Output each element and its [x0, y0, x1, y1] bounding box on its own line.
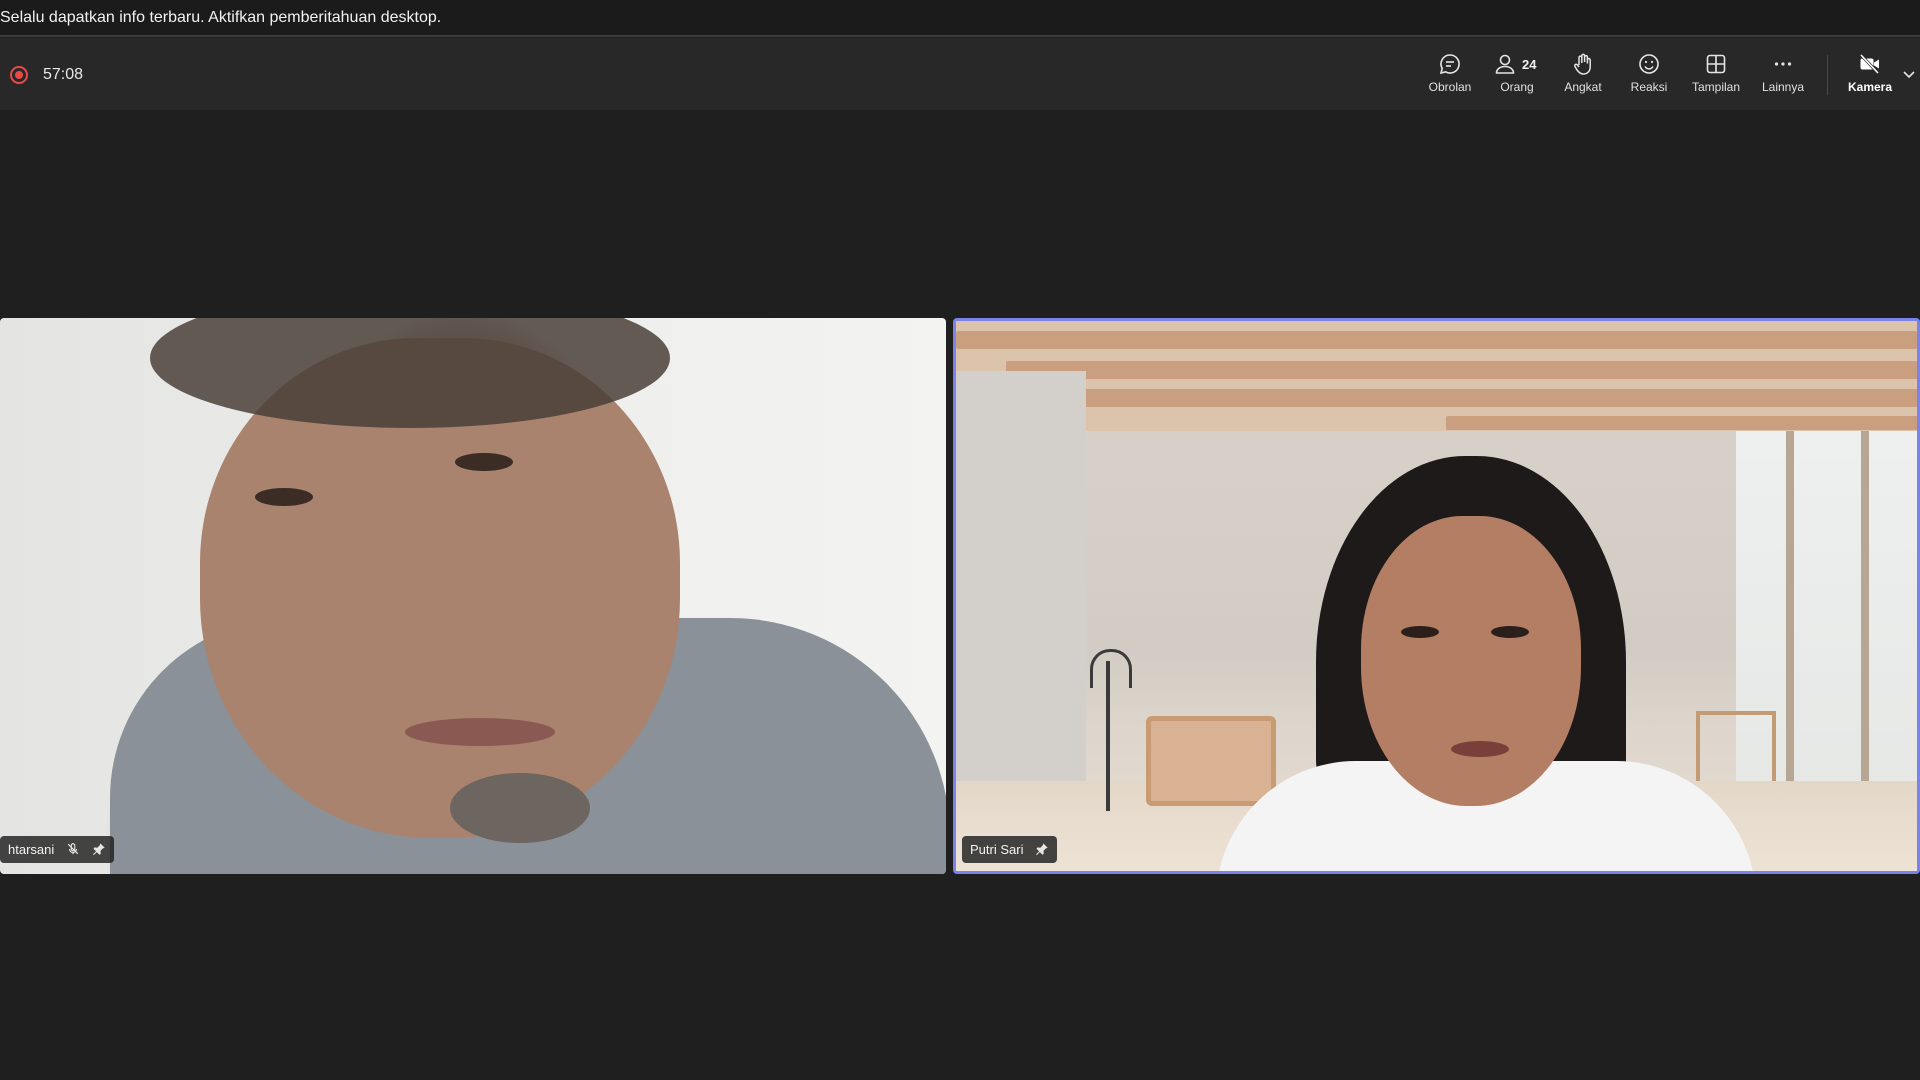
more-icon — [1774, 62, 1792, 66]
recording-timer: 57:08 — [43, 66, 84, 83]
view-button-label: Tampilan — [1691, 80, 1741, 94]
smiley-icon — [1639, 54, 1659, 74]
more-button-label: Lainnya — [1761, 80, 1805, 94]
participant-name: Putri Sari — [970, 842, 1024, 857]
layout-grid-icon — [1706, 54, 1726, 74]
raise-hand-icon — [1574, 53, 1591, 75]
chat-icon — [1439, 54, 1460, 75]
people-button-label: Orang — [1500, 80, 1534, 94]
raise-hand-button[interactable]: Angkat — [1550, 48, 1616, 104]
view-button[interactable]: Tampilan — [1683, 48, 1749, 104]
chat-button-label: Obrolan — [1428, 80, 1472, 94]
people-button[interactable]: 24 Orang — [1484, 48, 1550, 104]
camera-off-icon — [1859, 53, 1880, 75]
chat-button[interactable]: Obrolan — [1417, 48, 1483, 104]
recording-indicator-icon — [10, 66, 28, 84]
video-stage: htarsani Putri Sari — [0, 110, 1920, 1080]
camera-options-chevron-icon[interactable] — [1902, 69, 1916, 81]
notification-banner: Selalu dapatkan info terbaru. Aktifkan p… — [0, 0, 1920, 37]
reactions-button[interactable]: Reaksi — [1616, 48, 1682, 104]
camera-button-label: Kamera — [1847, 80, 1893, 94]
raise-hand-button-label: Angkat — [1564, 80, 1602, 94]
meeting-toolbar: 57:08 Obrolan 24 Orang Angkat Reaksi Tam… — [0, 38, 1920, 110]
people-icon — [1495, 54, 1515, 74]
reactions-button-label: Reaksi — [1630, 80, 1668, 94]
active-speaker-video-tile[interactable]: Putri Sari — [953, 318, 1920, 874]
participant-name-tag: htarsani — [0, 836, 114, 863]
pin-icon — [1036, 843, 1048, 856]
participant-count: 24 — [1522, 57, 1537, 72]
mic-muted-icon — [67, 843, 79, 855]
teams-meeting-window: Selalu dapatkan info terbaru. Aktifkan p… — [0, 0, 1920, 1080]
toolbar-divider — [1827, 55, 1828, 95]
participant-video-tile[interactable]: htarsani — [0, 318, 946, 874]
participant-name-tag: Putri Sari — [962, 836, 1058, 863]
more-button[interactable]: Lainnya — [1750, 48, 1816, 104]
participant-name: htarsani — [8, 842, 55, 857]
camera-button[interactable]: Kamera — [1837, 48, 1903, 104]
notification-text: Selalu dapatkan info terbaru. Aktifkan p… — [0, 9, 442, 26]
pin-icon — [92, 843, 105, 856]
